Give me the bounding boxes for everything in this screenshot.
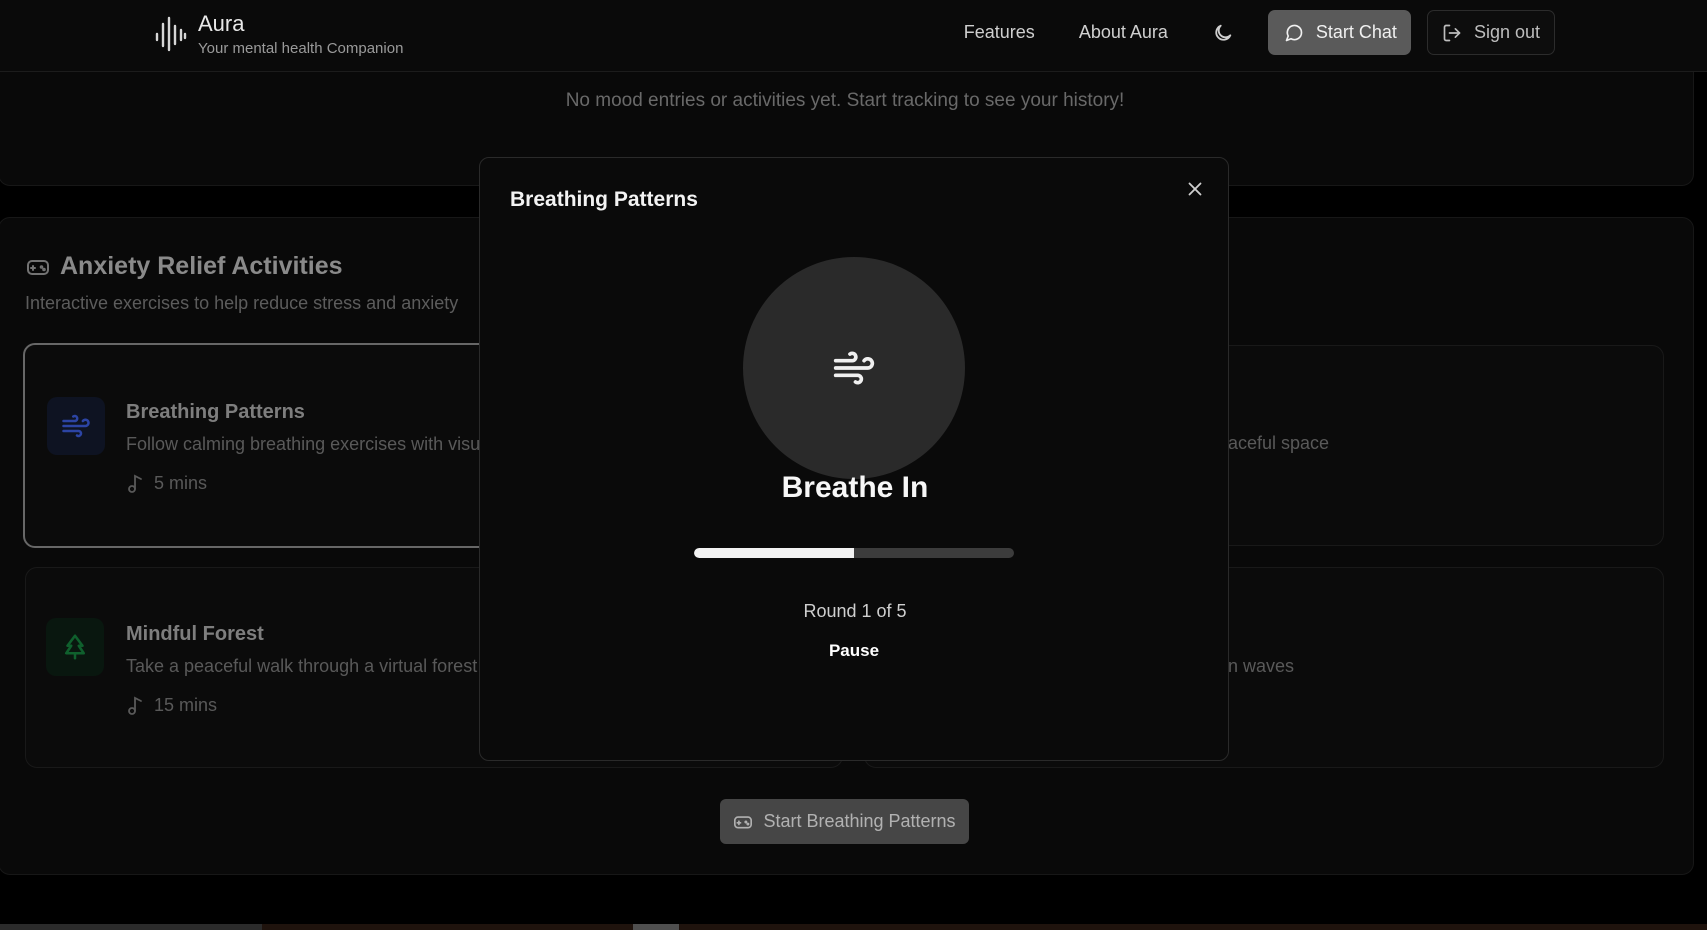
- moon-icon[interactable]: [1212, 22, 1234, 44]
- modal-title: Breathing Patterns: [510, 188, 698, 211]
- log-out-icon: [1443, 24, 1461, 41]
- message-circle-icon: [1285, 24, 1303, 41]
- breathing-circle: [743, 257, 965, 479]
- pause-button[interactable]: Pause: [804, 634, 904, 668]
- nav-features-link[interactable]: Features: [964, 22, 1035, 43]
- breathing-modal: Breathing Patterns Breathe In Round 1 of…: [479, 157, 1229, 761]
- top-navbar: Aura Your mental health Companion Featur…: [0, 0, 1707, 72]
- nav-links: Features About Aura Start Chat Sign out: [964, 10, 1555, 55]
- nav-about-link[interactable]: About Aura: [1079, 22, 1168, 43]
- brand[interactable]: Aura Your mental health Companion: [154, 11, 404, 58]
- breathing-progress-fill: [694, 548, 854, 558]
- sign-out-label: Sign out: [1473, 22, 1540, 42]
- wind-icon: [833, 351, 875, 385]
- start-chat-label: Start Chat: [1315, 22, 1397, 42]
- breathing-phase: Breathe In: [781, 471, 929, 504]
- waveform-icon: [155, 16, 187, 52]
- app-tagline: Your mental health Companion: [198, 40, 404, 58]
- close-icon[interactable]: [1184, 178, 1206, 200]
- round-counter: Round 1 of 5: [803, 601, 907, 621]
- app-name: Aura: [198, 11, 245, 36]
- start-chat-button[interactable]: Start Chat: [1267, 10, 1411, 55]
- breathing-progress-bar: [694, 548, 1014, 558]
- sign-out-button[interactable]: Sign out: [1426, 10, 1555, 55]
